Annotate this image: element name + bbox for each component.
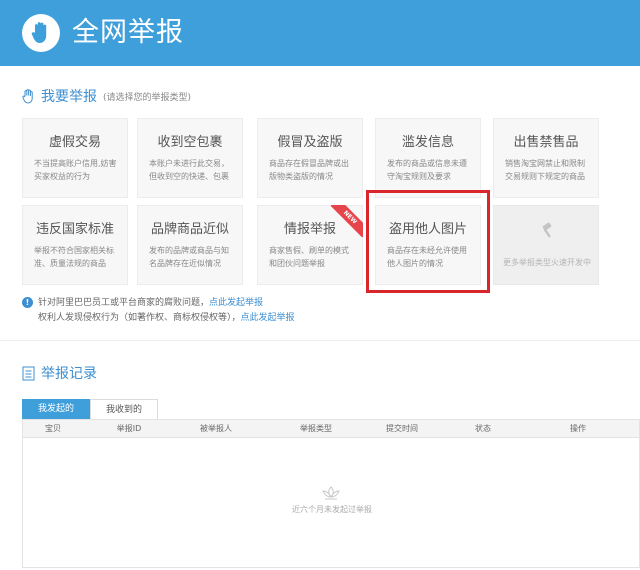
card-desc: 更多举报类型火速开发中 — [503, 258, 591, 267]
card-title: 违反国家标准 — [35, 222, 114, 237]
card-desc: 商品存在假冒品牌或出版物类盗版的情况 — [269, 159, 349, 181]
new-badge: NEW — [331, 205, 363, 237]
report-card-intelligence[interactable]: 情报举报 商家售假、刷单的模式和团伙问题举报 NEW — [257, 205, 363, 285]
records-table-body: 近六个月未发起过举报 — [22, 438, 640, 568]
column-header: 操作 — [570, 424, 586, 433]
tab-initiated[interactable]: 我发起的 — [22, 399, 90, 419]
empty-lotus-icon — [322, 486, 340, 500]
hand-shield-icon — [22, 14, 60, 52]
column-header: 被举报人 — [200, 424, 232, 433]
column-header: 举报ID — [116, 424, 142, 433]
card-desc: 销售淘宝网禁止和限制交易规则下规定的商品 — [505, 159, 585, 181]
card-title: 滥发信息 — [401, 135, 454, 150]
card-title: 收到空包裹 — [157, 135, 223, 150]
page-title: 全网举报 — [72, 17, 184, 48]
report-card-coming-soon: 更多举报类型火速开发中 — [493, 205, 599, 285]
report-section-header: 我要举报 (请选择您的举报类型) — [22, 86, 191, 106]
card-desc: 发布的品牌或商品与知名品牌存在近似情况 — [149, 246, 229, 268]
section-divider — [0, 340, 640, 341]
report-card-brand-similar[interactable]: 品牌商品近似 发布的品牌或商品与知名品牌存在近似情况 — [137, 205, 243, 285]
card-title: 品牌商品近似 — [150, 222, 229, 237]
gavel-icon — [542, 222, 552, 238]
records-section-title: 举报记录 — [41, 366, 97, 382]
column-header: 提交时间 — [386, 424, 418, 433]
card-desc: 商家售假、刷单的模式和团伙问题举报 — [269, 246, 349, 268]
card-title: 虚假交易 — [48, 135, 101, 150]
notice-line-infringement: 权利人发现侵权行为（如著作权、商标权侵权等），点此发起举报 — [38, 313, 295, 323]
card-title: 假冒及盗版 — [277, 135, 343, 150]
highlight-annotation — [366, 190, 490, 293]
report-card-counterfeit[interactable]: 假冒及盗版 商品存在假冒品牌或出版物类盗版的情况 — [257, 118, 363, 198]
report-infringement-link[interactable]: 点此发起举报 — [241, 313, 295, 323]
document-icon — [22, 366, 35, 380]
card-desc: 不当提高账户信用,妨害买家权益的行为 — [34, 159, 117, 181]
records-table-header: 宝贝 举报ID 被举报人 举报类型 提交时间 状态 操作 — [22, 419, 640, 438]
notice-line-corruption: 针对阿里巴巴员工或平台商家的腐败问题，点此发起举报 — [38, 298, 264, 308]
card-desc: 发布的商品或信息未遵守淘宝规则及要求 — [387, 159, 467, 181]
column-header: 状态 — [475, 424, 491, 433]
hand-icon — [22, 88, 33, 104]
column-header: 举报类型 — [300, 424, 332, 433]
card-desc: 举报不符合国家相关标准、质量法规的商品 — [34, 246, 114, 268]
report-card-empty-package[interactable]: 收到空包裹 本账户未进行此交易，但收到空的快递、包裹 — [137, 118, 243, 198]
info-icon: ! — [22, 297, 33, 308]
tab-received[interactable]: 我收到的 — [90, 399, 158, 419]
report-card-spam-info[interactable]: 滥发信息 发布的商品或信息未遵守淘宝规则及要求 — [375, 118, 481, 198]
header-bar: 全网举报 — [0, 0, 640, 66]
records-section-header: 举报记录 — [22, 363, 97, 383]
card-desc: 本账户未进行此交易，但收到空的快递、包裹 — [149, 159, 229, 181]
report-card-national-standard[interactable]: 违反国家标准 举报不符合国家相关标准、质量法规的商品 — [22, 205, 128, 285]
report-corruption-link[interactable]: 点此发起举报 — [209, 298, 263, 308]
report-section-hint: (请选择您的举报类型) — [103, 92, 192, 103]
report-card-fake-trade[interactable]: 虚假交易 不当提高账户信用,妨害买家权益的行为 — [22, 118, 128, 198]
card-title: 出售禁售品 — [513, 135, 579, 150]
report-card-prohibited-goods[interactable]: 出售禁售品 销售淘宝网禁止和限制交易规则下规定的商品 — [493, 118, 599, 198]
column-header: 宝贝 — [45, 424, 61, 433]
empty-state-text: 近六个月未发起过举报 — [292, 505, 372, 514]
records-tabs: 我发起的 我收到的 — [22, 399, 158, 419]
report-section-title: 我要举报 — [41, 89, 97, 105]
